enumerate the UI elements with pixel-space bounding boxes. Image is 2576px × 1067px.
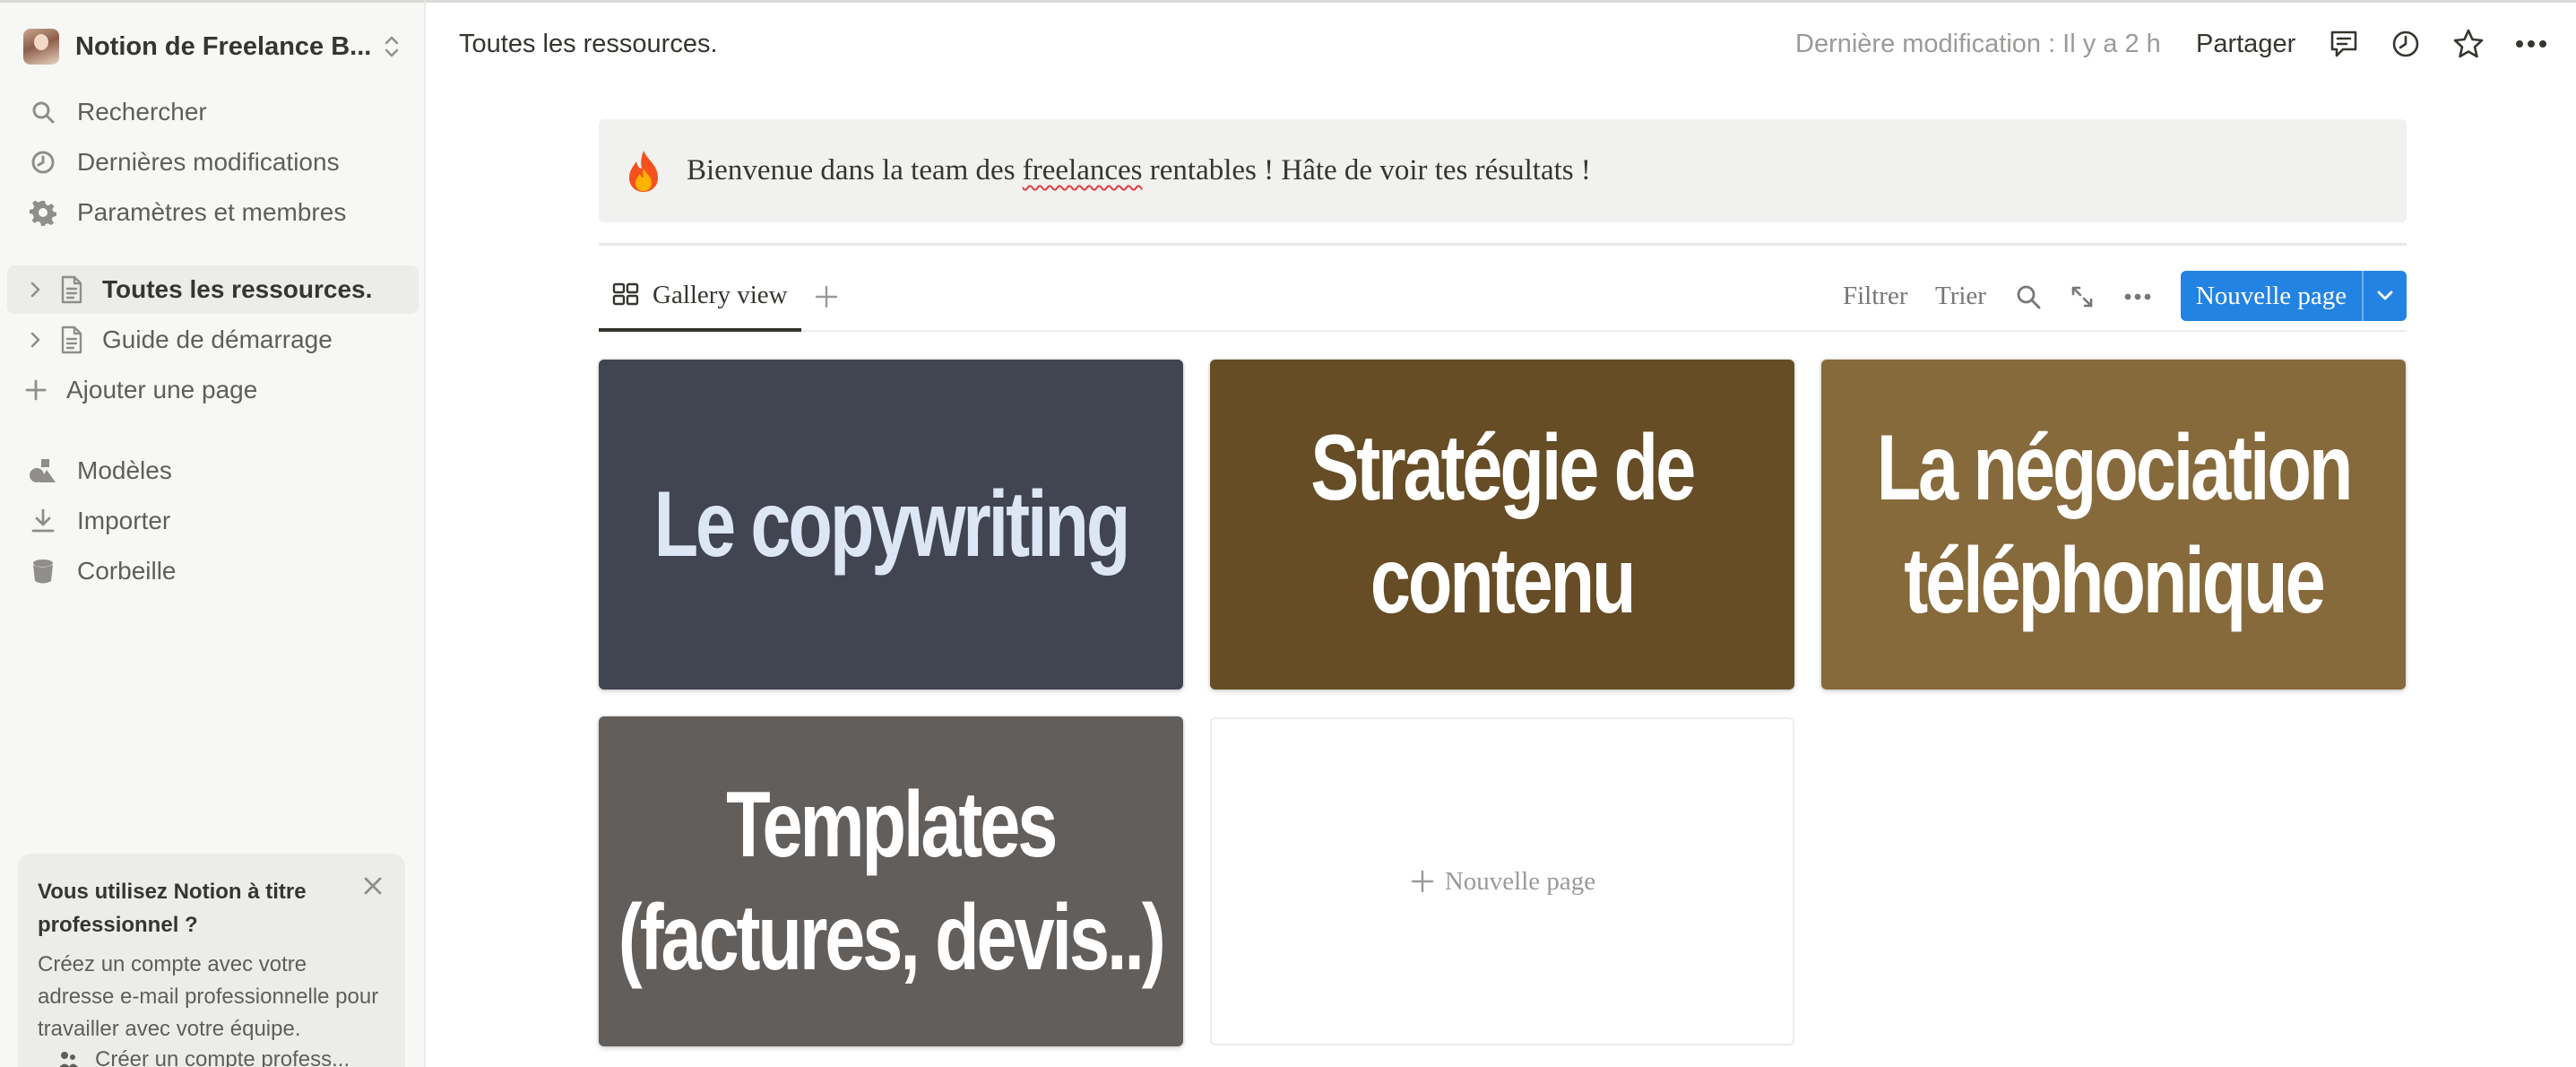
sidebar-item-label: Paramètres et membres bbox=[77, 198, 347, 226]
gallery-card-templates[interactable]: Templates (factures, devis..) bbox=[599, 716, 1183, 1046]
history-icon[interactable] bbox=[2388, 26, 2424, 62]
workspace-avatar bbox=[23, 29, 59, 65]
sort-button[interactable]: Trier bbox=[1935, 282, 1986, 311]
share-button[interactable]: Partager bbox=[2196, 30, 2295, 59]
chevron-up-down-icon bbox=[380, 29, 403, 65]
view-tab-label: Gallery view bbox=[653, 280, 788, 309]
new-page-card-label: Nouvelle page bbox=[1444, 866, 1596, 896]
sidebar-item-label: Ajouter une page bbox=[66, 376, 258, 403]
topbar: Toutes les ressources. Dernière modifica… bbox=[426, 0, 2576, 84]
chevron-down-icon[interactable] bbox=[2364, 271, 2407, 321]
sidebar-item-label: Corbeille bbox=[77, 557, 177, 585]
promo-cta-label: Créer un compte profess... bbox=[95, 1047, 350, 1067]
breadcrumb[interactable]: Toutes les ressources. bbox=[459, 30, 718, 59]
add-view-plus-icon[interactable] bbox=[808, 279, 844, 315]
sidebar-page-toutes-les-ressources[interactable]: Toutes les ressources. bbox=[7, 265, 419, 314]
card-title-line: Stratégie de bbox=[1310, 416, 1697, 520]
sidebar: Notion de Freelance B... Rechercher Dern… bbox=[0, 0, 426, 1067]
card-title-line: téléphonique bbox=[1904, 529, 2325, 633]
database-view-bar: Gallery view Filtrer Trier Nouvelle page bbox=[599, 262, 2407, 332]
promo-title: Vous utilisez Notion à titre professionn… bbox=[38, 880, 307, 937]
spellcheck-flagged-word: freelances bbox=[1022, 154, 1143, 187]
people-icon bbox=[57, 1049, 79, 1067]
comment-icon[interactable] bbox=[2326, 26, 2362, 62]
card-title-line: (factures, devis..) bbox=[618, 886, 1166, 990]
card-title-line: Templates bbox=[726, 773, 1058, 877]
card-title-line: La négociation bbox=[1876, 416, 2354, 520]
gallery-card-negociation-telephonique[interactable]: La négociation téléphonique bbox=[1821, 360, 2406, 690]
sidebar-item-search[interactable]: Rechercher bbox=[7, 88, 419, 136]
sidebar-item-recent-changes[interactable]: Dernières modifications bbox=[7, 138, 419, 187]
shapes-icon bbox=[27, 455, 59, 487]
sidebar-item-import[interactable]: Importer bbox=[7, 497, 419, 545]
card-title: La négociation téléphonique bbox=[1876, 412, 2354, 638]
star-icon[interactable] bbox=[2451, 26, 2486, 62]
card-title: Le copywriting bbox=[653, 468, 1131, 581]
chevron-right-icon[interactable] bbox=[25, 280, 45, 299]
promo-body: Créez un compte avec votre adresse e-mai… bbox=[38, 952, 379, 1041]
page-icon bbox=[56, 324, 88, 356]
import-icon bbox=[27, 505, 59, 537]
sidebar-item-label: Modèles bbox=[77, 456, 172, 484]
card-title: Templates (factures, devis..) bbox=[618, 768, 1166, 994]
close-icon[interactable] bbox=[359, 872, 387, 900]
gallery-new-page-card[interactable]: Nouvelle page bbox=[1210, 717, 1794, 1045]
sidebar-item-label: Rechercher bbox=[77, 98, 207, 126]
trash-icon bbox=[27, 555, 59, 587]
gallery-icon bbox=[611, 280, 642, 310]
plus-icon bbox=[20, 374, 52, 406]
page-icon bbox=[56, 273, 88, 306]
new-page-button[interactable]: Nouvelle page bbox=[2181, 271, 2407, 321]
sidebar-item-settings[interactable]: Paramètres et membres bbox=[7, 188, 419, 237]
search-icon bbox=[27, 96, 59, 128]
plus-icon bbox=[1409, 868, 1436, 895]
card-title: Stratégie de contenu bbox=[1310, 412, 1697, 638]
more-options-icon[interactable] bbox=[2120, 279, 2156, 315]
gallery-card-strategie-de-contenu[interactable]: Stratégie de contenu bbox=[1210, 360, 1794, 690]
last-edited-status: Dernière modification : Il y a 2 h bbox=[1795, 30, 2161, 58]
workspace-name: Notion de Freelance B... bbox=[75, 31, 372, 61]
callout-text-start: Bienvenue dans la team des bbox=[687, 154, 1023, 187]
card-title-line: contenu bbox=[1370, 529, 1637, 633]
callout-text: Bienvenue dans la team des freelances re… bbox=[687, 154, 1591, 187]
sidebar-item-label: Guide de démarrage bbox=[102, 325, 333, 353]
sidebar-item-label: Toutes les ressources. bbox=[102, 275, 373, 303]
new-page-button-label[interactable]: Nouvelle page bbox=[2181, 271, 2364, 321]
gallery-card-copywriting[interactable]: Le copywriting bbox=[599, 360, 1183, 690]
expand-icon[interactable] bbox=[2064, 279, 2100, 315]
tab-gallery-view[interactable]: Gallery view bbox=[599, 262, 801, 332]
work-account-promo: Vous utilisez Notion à titre professionn… bbox=[18, 854, 405, 1067]
search-icon[interactable] bbox=[2010, 279, 2046, 315]
new-page-card-content: Nouvelle page bbox=[1409, 867, 1595, 897]
divider bbox=[599, 243, 2407, 246]
sidebar-item-label: Dernières modifications bbox=[77, 148, 340, 176]
sidebar-item-templates[interactable]: Modèles bbox=[7, 447, 419, 495]
callout-text-end: rentables ! Hâte de voir tes résultats ! bbox=[1142, 154, 1591, 187]
add-page-button[interactable]: Ajouter une page bbox=[7, 366, 419, 414]
sidebar-page-guide-de-demarrage[interactable]: Guide de démarrage bbox=[7, 316, 419, 364]
chevron-right-icon[interactable] bbox=[25, 330, 45, 350]
fire-emoji bbox=[624, 149, 663, 194]
card-title-line: Le copywriting bbox=[653, 473, 1131, 577]
filter-button[interactable]: Filtrer bbox=[1843, 282, 1908, 311]
clock-icon bbox=[27, 146, 59, 178]
create-work-account-button[interactable]: Créer un compte profess... bbox=[57, 1047, 350, 1067]
workspace-switcher[interactable]: Notion de Freelance B... bbox=[13, 19, 414, 74]
sidebar-item-trash[interactable]: Corbeille bbox=[7, 547, 419, 595]
welcome-callout[interactable]: Bienvenue dans la team des freelances re… bbox=[599, 119, 2407, 222]
sidebar-item-label: Importer bbox=[77, 507, 171, 534]
gear-icon bbox=[27, 196, 59, 229]
more-options-icon[interactable] bbox=[2513, 26, 2549, 62]
